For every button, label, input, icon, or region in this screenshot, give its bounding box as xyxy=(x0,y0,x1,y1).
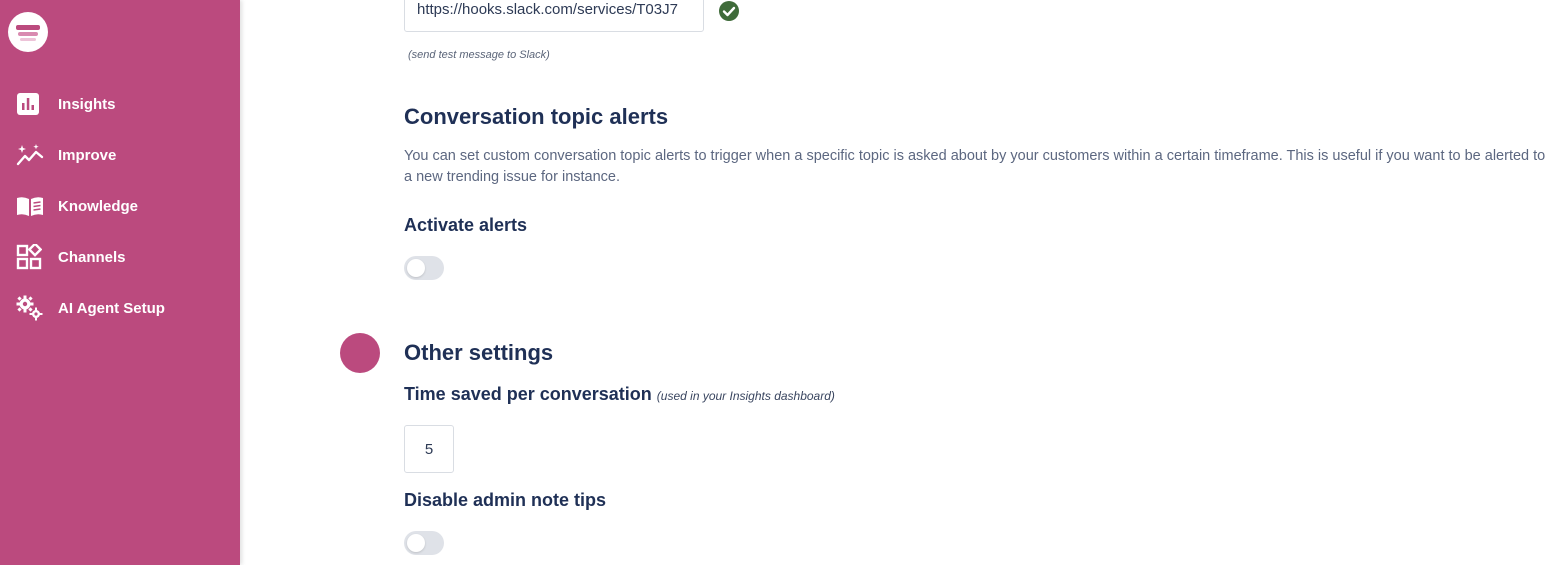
send-test-message-link[interactable]: (send test message to Slack) xyxy=(408,49,550,61)
activate-alerts-toggle[interactable] xyxy=(404,256,444,280)
sidebar-item-label: Improve xyxy=(58,146,117,164)
book-icon xyxy=(16,193,44,219)
activate-alerts-label: Activate alerts xyxy=(404,215,528,235)
sidebar-item-insights[interactable]: Insights xyxy=(16,91,226,117)
time-saved-label-text: Time saved per conversation xyxy=(404,384,652,404)
sidebar-item-knowledge[interactable]: Knowledge xyxy=(16,193,226,219)
disable-tips-toggle[interactable] xyxy=(404,531,444,555)
topic-alerts-description: You can set custom conversation topic al… xyxy=(404,148,1546,185)
sidebar-item-ai-agent-setup[interactable]: AI Agent Setup xyxy=(16,295,226,321)
toggle-knob xyxy=(407,259,425,277)
toggle-knob xyxy=(407,534,425,552)
sidebar: Insights Improve Knowledge Channels AI A… xyxy=(0,0,240,565)
slack-webhook-input[interactable]: https://hooks.slack.com/services/T03J7 xyxy=(404,0,704,32)
main-content: https://hooks.slack.com/services/T03J7 (… xyxy=(240,0,1561,565)
check-circle-icon xyxy=(718,0,740,27)
section-indicator-dot xyxy=(340,333,380,373)
time-saved-label: Time saved per conversation (used in you… xyxy=(404,384,835,405)
app: Insights Improve Knowledge Channels AI A… xyxy=(0,0,1561,565)
topic-alerts-title: Conversation topic alerts xyxy=(404,104,669,129)
gears-icon xyxy=(16,295,44,321)
time-saved-note: (used in your Insights dashboard) xyxy=(656,389,835,403)
sidebar-item-improve[interactable]: Improve xyxy=(16,142,226,168)
sidebar-item-channels[interactable]: Channels xyxy=(16,244,226,270)
logo[interactable] xyxy=(8,12,48,52)
time-saved-input[interactable]: 5 xyxy=(404,425,454,473)
disable-tips-label: Disable admin note tips xyxy=(404,490,607,510)
other-settings-title: Other settings xyxy=(404,340,554,365)
sidebar-item-label: Channels xyxy=(58,248,126,266)
sidebar-item-label: Insights xyxy=(58,95,116,113)
sparkle-trend-icon xyxy=(16,142,44,168)
bar-chart-icon xyxy=(16,91,44,117)
grid-shapes-icon xyxy=(16,244,44,270)
sidebar-item-label: Knowledge xyxy=(58,197,139,215)
sidebar-item-label: AI Agent Setup xyxy=(58,299,165,317)
